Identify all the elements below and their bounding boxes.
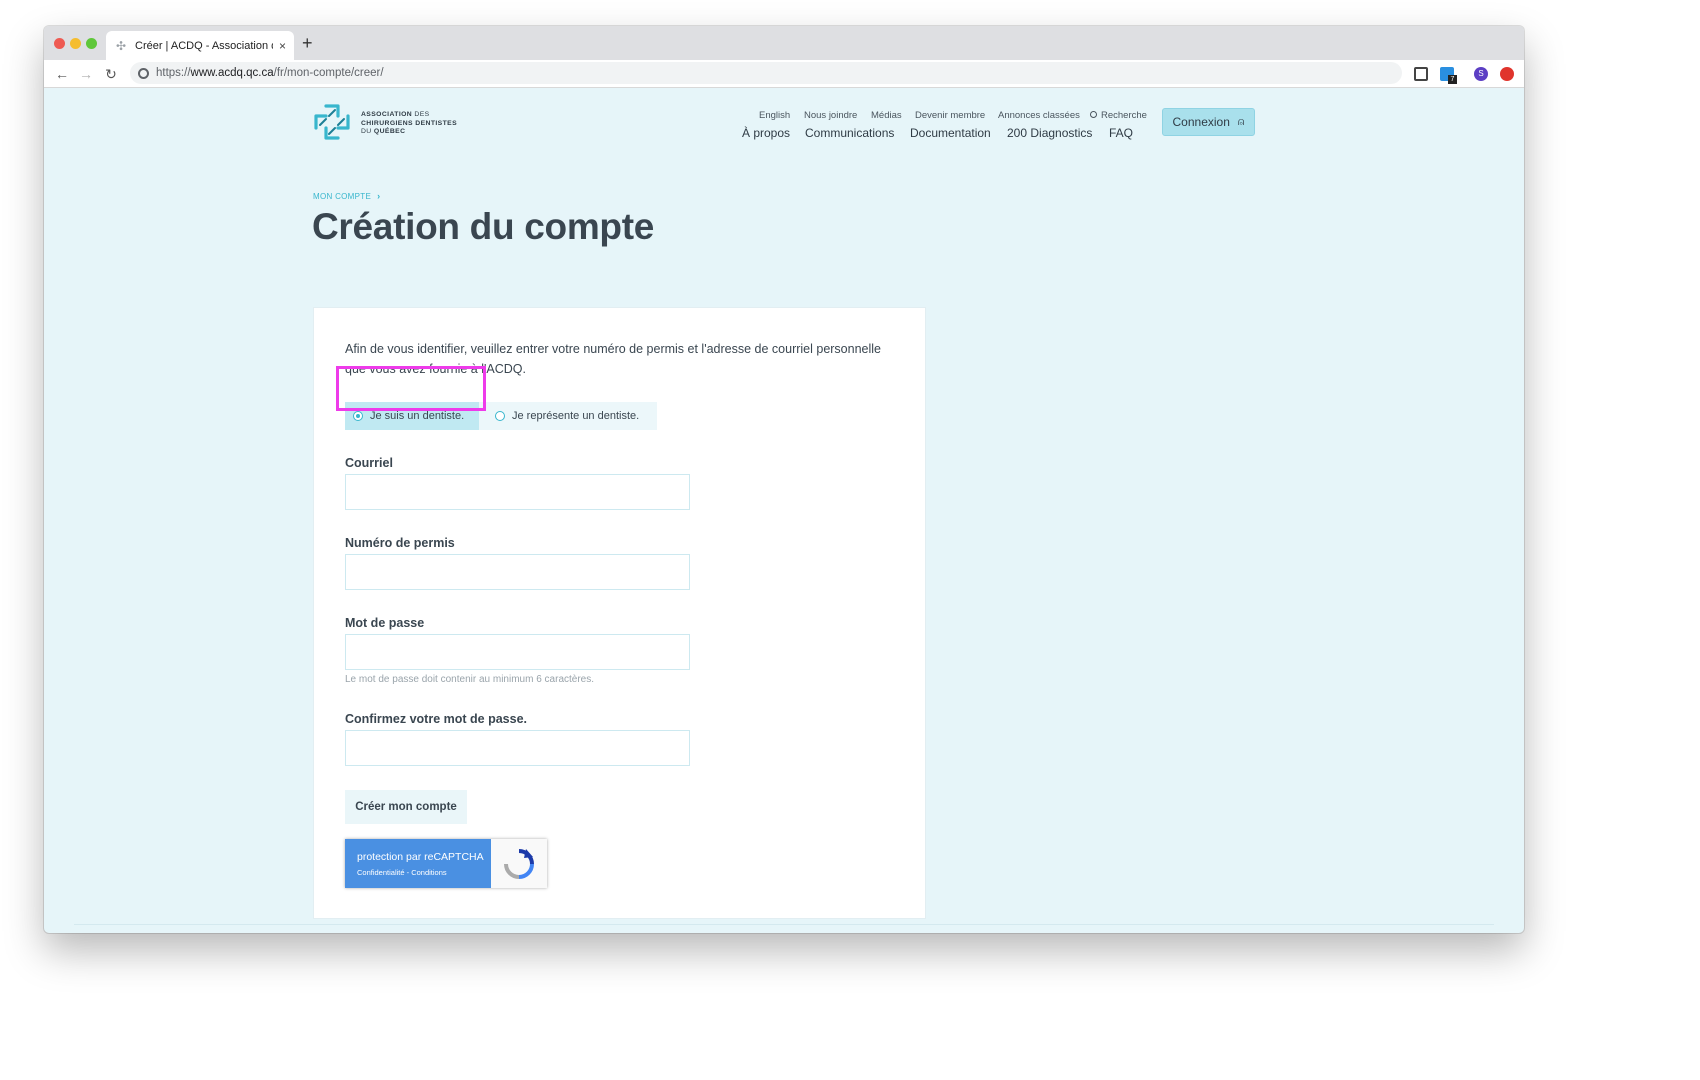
create-account-button[interactable]: Créer mon compte	[345, 790, 467, 824]
tab-bar: ✣ Créer | ACDQ - Association de × +	[44, 26, 1524, 60]
email-label: Courriel	[345, 456, 393, 470]
password-field[interactable]	[345, 634, 690, 670]
password-hint: Le mot de passe doit contenir au minimum…	[345, 674, 595, 685]
close-window-button[interactable]	[54, 38, 65, 49]
adblock-extension-icon[interactable]	[1500, 67, 1514, 81]
extension-badge: 7	[1448, 75, 1457, 84]
maximize-window-button[interactable]	[86, 38, 97, 49]
browser-tab[interactable]: ✣ Créer | ACDQ - Association de ×	[106, 31, 294, 60]
nav-media-link[interactable]: Médias	[871, 110, 902, 121]
nav-faq-link[interactable]: FAQ	[1109, 126, 1133, 140]
browser-window: ✣ Créer | ACDQ - Association de × + ← → …	[44, 26, 1524, 933]
browser-toolbar: ← → ↻ https://www.acdq.qc.ca/fr/mon-comp…	[44, 60, 1524, 88]
nav-classifieds-link[interactable]: Annonces classées	[998, 110, 1080, 121]
acdq-logo-icon	[314, 104, 350, 140]
nav-search-link[interactable]: Recherche	[1090, 110, 1147, 121]
nav-documentation-link[interactable]: Documentation	[910, 126, 991, 140]
radio-checked-icon[interactable]	[353, 411, 363, 421]
new-tab-button[interactable]: +	[302, 32, 313, 54]
password-label: Mot de passe	[345, 616, 425, 630]
qr-extension-icon[interactable]	[1414, 67, 1428, 81]
nav-200-diagnostics-link[interactable]: 200 Diagnostics	[1007, 126, 1092, 140]
nav-english-link[interactable]: English	[759, 110, 790, 121]
confirm-password-field[interactable]	[345, 730, 690, 766]
nav-about-link[interactable]: À propos	[742, 126, 790, 140]
recaptcha-links[interactable]: Confidentialité - Conditions	[357, 868, 447, 877]
close-tab-icon[interactable]: ×	[279, 39, 286, 53]
recaptcha-logo-panel	[491, 839, 547, 888]
acdq-logo[interactable]: ASSOCIATION DES CHIRURGIENS DENTISTES DU…	[312, 102, 472, 144]
page-title: Création du compte	[312, 206, 655, 247]
permit-number-field[interactable]	[345, 554, 690, 590]
search-icon	[1090, 111, 1097, 118]
reload-icon[interactable]: ↻	[101, 63, 121, 85]
minimize-window-button[interactable]	[70, 38, 81, 49]
forward-arrow-icon[interactable]: →	[76, 63, 96, 85]
url-text: https://www.acdq.qc.ca/fr/mon-compte/cre…	[156, 67, 384, 79]
login-button[interactable]: Connexion ⍝	[1162, 108, 1255, 136]
logo-text: ASSOCIATION DES CHIRURGIENS DENTISTES DU…	[361, 111, 458, 135]
address-bar[interactable]: https://www.acdq.qc.ca/fr/mon-compte/cre…	[130, 62, 1402, 84]
selection-highlight-box	[336, 366, 486, 411]
recaptcha-label-panel: protection par reCAPTCHA Confidentialité…	[345, 839, 491, 888]
back-arrow-icon[interactable]: ←	[52, 63, 72, 85]
recaptcha-icon	[504, 848, 534, 879]
radio-represent-dentist-option[interactable]: Je représente un dentiste.	[495, 402, 639, 430]
nav-contact-link[interactable]: Nous joindre	[804, 110, 857, 121]
footer-divider	[74, 924, 1494, 925]
breadcrumb[interactable]: MON COMPTE ›	[313, 191, 380, 201]
confirm-password-label: Confirmez votre mot de passe.	[345, 712, 527, 726]
recaptcha-title: protection par reCAPTCHA	[357, 851, 484, 863]
radio-unchecked-icon[interactable]	[495, 411, 505, 421]
page-content: ASSOCIATION DES CHIRURGIENS DENTISTES DU…	[44, 88, 1524, 933]
nav-become-member-link[interactable]: Devenir membre	[915, 110, 985, 121]
chevron-right-icon: ›	[377, 191, 381, 201]
profile-avatar[interactable]: S	[1474, 67, 1488, 81]
tab-title: Créer | ACDQ - Association de	[135, 39, 273, 52]
site-info-icon[interactable]	[138, 67, 149, 79]
user-icon: ⍝	[1237, 115, 1245, 128]
recaptcha-badge[interactable]: protection par reCAPTCHA Confidentialité…	[345, 839, 547, 888]
favicon-icon: ✣	[116, 38, 127, 53]
permit-label: Numéro de permis	[345, 536, 455, 550]
email-field[interactable]	[345, 474, 690, 510]
nav-communications-link[interactable]: Communications	[805, 126, 894, 140]
